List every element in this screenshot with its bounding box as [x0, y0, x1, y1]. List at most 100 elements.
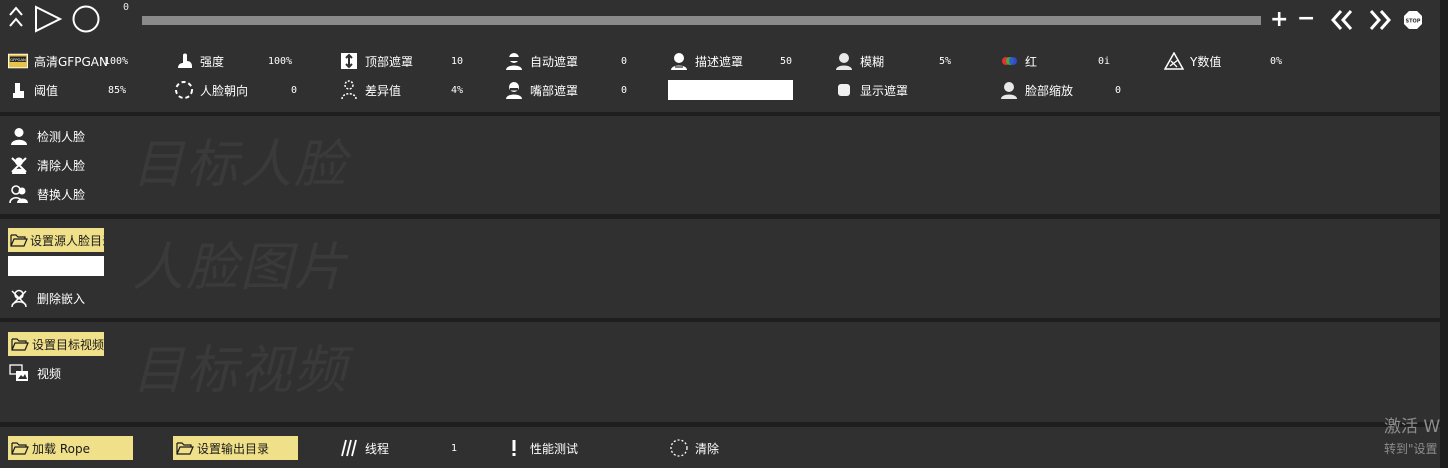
- clear-button[interactable]: 清除: [669, 438, 719, 458]
- collapse-up-icon[interactable]: [8, 5, 24, 29]
- perf-test-label: 性能测试: [530, 441, 579, 456]
- rewind-icon[interactable]: [1330, 9, 1354, 34]
- top-mask-value[interactable]: 10: [451, 56, 463, 67]
- top-mask-label: 顶部遮罩: [365, 54, 414, 69]
- blur-label: 模糊: [860, 54, 885, 69]
- param-y-value[interactable]: Y数值 0%: [1164, 51, 1282, 71]
- param-desc-mask[interactable]: 描述遮罩 50: [669, 51, 792, 71]
- set-target-video-button[interactable]: 设置目标视频: [8, 332, 104, 356]
- target-faces-watermark: 目标人脸: [132, 135, 349, 195]
- delete-embedding-button[interactable]: 删除嵌入: [9, 287, 85, 309]
- show-mask-label: 显示遮罩: [860, 83, 909, 98]
- folder-open-icon: [10, 438, 30, 458]
- target-video-watermark: 目标视频: [132, 341, 349, 401]
- desc-mask-label: 描述遮罩: [695, 54, 744, 69]
- stop-icon[interactable]: STOP: [1403, 10, 1423, 33]
- param-threshold[interactable]: 阈值 85%: [8, 80, 126, 100]
- red-value[interactable]: 0i: [1098, 56, 1110, 67]
- folder-open-icon: [10, 334, 30, 354]
- auto-mask-icon: [504, 51, 524, 71]
- video-image-icon: [9, 363, 29, 383]
- diff-value[interactable]: 4%: [451, 85, 463, 96]
- param-top-mask[interactable]: 顶部遮罩 10: [339, 51, 463, 71]
- y-value-value[interactable]: 0%: [1270, 56, 1282, 67]
- rgb-color-icon: [999, 51, 1019, 71]
- set-output-dir-label: 设置输出目录: [197, 441, 270, 456]
- face-scale-value[interactable]: 0: [1115, 85, 1121, 96]
- zoom-out-button[interactable]: −: [1297, 8, 1315, 30]
- param-show-mask[interactable]: 显示遮罩: [834, 80, 908, 100]
- windows-activation-text: 激活 W: [1384, 417, 1441, 437]
- delete-person-icon: [9, 288, 29, 308]
- param-red[interactable]: 红 0i: [999, 51, 1110, 71]
- mask-text-input[interactable]: [668, 80, 793, 100]
- threshold-icon: [8, 80, 28, 100]
- strength-value[interactable]: 100%: [268, 56, 292, 67]
- param-diff[interactable]: 差异值 4%: [339, 80, 463, 100]
- svg-text:GFPGAN: GFPGAN: [10, 57, 26, 62]
- delete-embedding-label: 删除嵌入: [37, 291, 86, 306]
- param-face-scale[interactable]: 脸部缩放 0: [999, 80, 1121, 100]
- show-mask-checkbox[interactable]: [834, 80, 854, 100]
- set-output-dir-button[interactable]: 设置输出目录: [173, 436, 298, 460]
- source-filter-input[interactable]: [8, 256, 104, 276]
- auto-mask-value[interactable]: 0: [621, 56, 627, 67]
- desc-mask-value[interactable]: 50: [780, 56, 792, 67]
- video-scrubber[interactable]: [142, 16, 1261, 25]
- source-faces-watermark: 人脸图片: [132, 238, 349, 298]
- top-mask-icon: [339, 51, 359, 71]
- blur-value[interactable]: 5%: [939, 56, 951, 67]
- play-icon[interactable]: [33, 5, 63, 33]
- blur-icon: [834, 51, 854, 71]
- fast-forward-icon[interactable]: [1368, 9, 1392, 34]
- bottom-toolbar: 加载 Rope 设置输出目录 线程 1 性能测试 清除: [0, 427, 1440, 468]
- threshold-value[interactable]: 85%: [108, 85, 126, 96]
- clear-label: 清除: [695, 441, 720, 456]
- param-face-orientation[interactable]: 人脸朝向 0: [174, 80, 297, 100]
- window-edge: [1440, 0, 1448, 468]
- gfpgan-value[interactable]: 100%: [104, 56, 128, 67]
- folder-open-icon: [175, 438, 195, 458]
- param-strength[interactable]: 强度 100%: [174, 51, 292, 71]
- swap-faces-label: 替换人脸: [37, 187, 86, 202]
- diff-person-icon: [339, 80, 359, 100]
- param-threads[interactable]: 线程 1: [339, 438, 457, 458]
- load-rope-button[interactable]: 加载 Rope: [8, 436, 133, 460]
- param-blur[interactable]: 模糊 5%: [834, 51, 951, 71]
- load-rope-label: 加载 Rope: [32, 441, 90, 456]
- dashed-circle-icon: [669, 438, 689, 458]
- folder-open-icon: [10, 230, 28, 250]
- threads-value[interactable]: 1: [451, 443, 457, 454]
- face-scale-label: 脸部缩放: [1025, 83, 1074, 98]
- face-orientation-value[interactable]: 0: [291, 85, 297, 96]
- desc-mask-icon: [669, 51, 689, 71]
- frame-counter: 0: [123, 2, 130, 13]
- swap-faces-button[interactable]: 替换人脸: [9, 183, 85, 205]
- windows-activation-subtext: 转到"设置: [1384, 442, 1438, 456]
- threads-label: 线程: [365, 441, 390, 456]
- zoom-in-button[interactable]: +: [1270, 9, 1288, 31]
- set-source-dir-button[interactable]: 设置源人脸目录: [8, 228, 104, 252]
- threads-slashes-icon: [339, 438, 359, 458]
- detect-faces-button[interactable]: 检测人脸: [9, 125, 85, 147]
- strength-label: 强度: [200, 54, 225, 69]
- clear-person-icon: [9, 155, 29, 175]
- video-filter-toggle[interactable]: 视频: [9, 362, 61, 384]
- perf-test-button[interactable]: 性能测试: [504, 438, 578, 458]
- gfpgan-icon: GFPGAN: [8, 51, 28, 71]
- face-scale-icon: [999, 80, 1019, 100]
- clear-faces-button[interactable]: 清除人脸: [9, 154, 85, 176]
- detect-faces-label: 检测人脸: [37, 129, 86, 144]
- red-label: 红: [1025, 54, 1038, 69]
- threshold-label: 阈值: [34, 83, 59, 98]
- record-icon[interactable]: [71, 5, 101, 33]
- param-auto-mask[interactable]: 自动遮罩 0: [504, 51, 627, 71]
- target-video-panel: 目标视频 设置目标视频 视频: [0, 322, 1440, 422]
- face-orientation-label: 人脸朝向: [200, 83, 249, 98]
- param-gfpgan[interactable]: GFPGAN 高清GFPGAN 100%: [8, 51, 128, 71]
- mouth-mask-label: 嘴部遮罩: [530, 83, 579, 98]
- diff-label: 差异值: [365, 83, 402, 98]
- mouth-mask-value[interactable]: 0: [621, 85, 627, 96]
- mouth-mask-icon: [504, 80, 524, 100]
- param-mouth-mask[interactable]: 嘴部遮罩 0: [504, 80, 627, 100]
